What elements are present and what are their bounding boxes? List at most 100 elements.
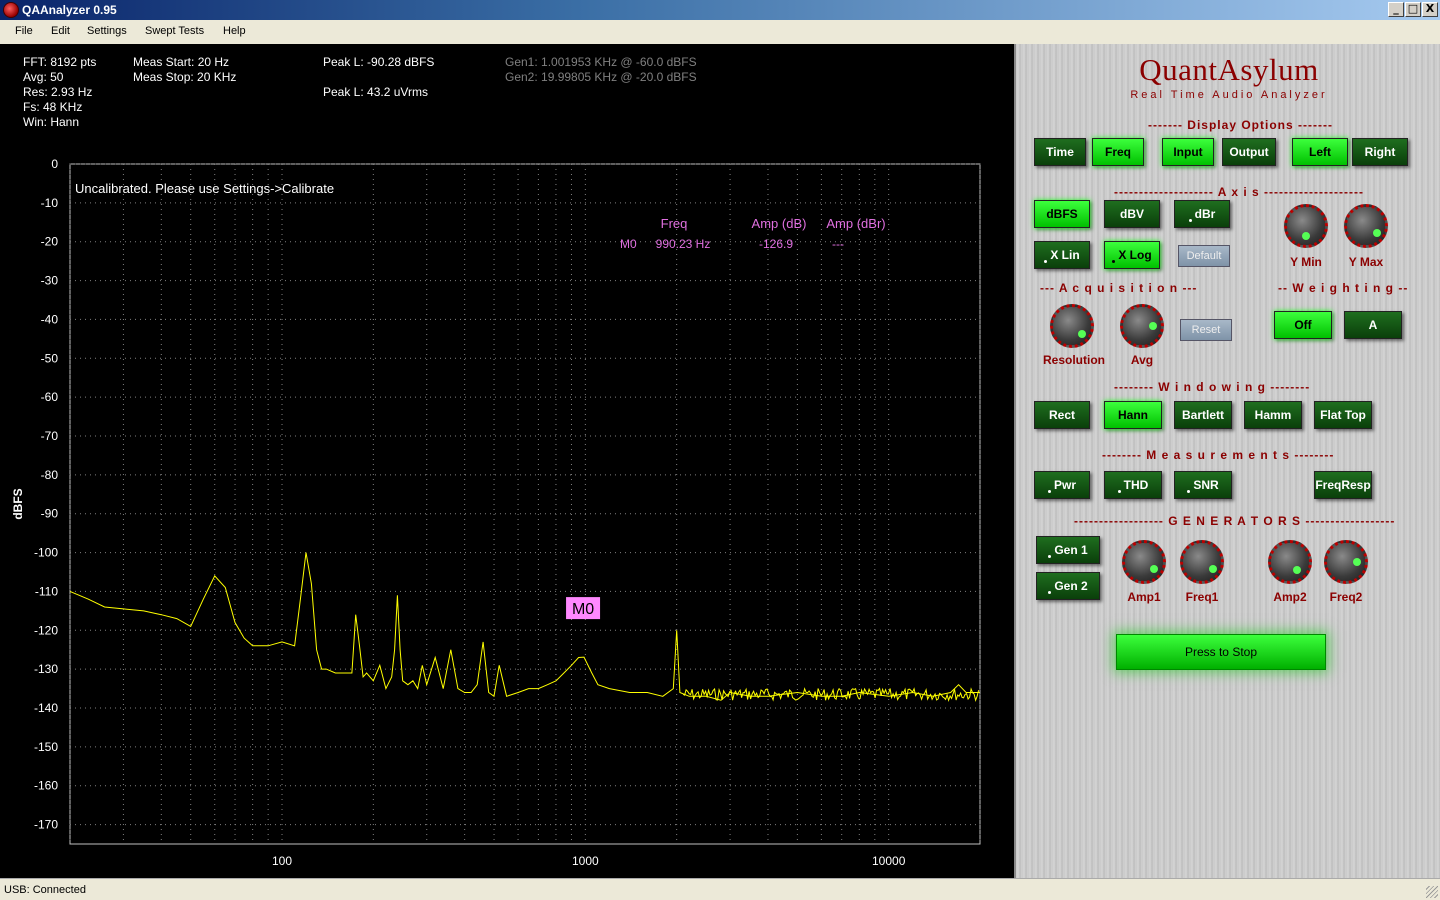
window-title: QAAnalyzer 0.95 (22, 3, 117, 17)
y-tick-label: -80 (41, 468, 59, 482)
radio-dot (1187, 490, 1191, 493)
y-tick-label: -10 (41, 196, 59, 210)
y-tick-label: -40 (41, 312, 59, 326)
spectrum-chart[interactable]: 0 -10 -20 -30 -40 -50 -60 -70 -80 -90 -100 -110 -120… (0, 44, 1014, 878)
y-max-knob[interactable] (1344, 204, 1388, 248)
bartlett-window-button[interactable]: Bartlett (1174, 401, 1232, 429)
y-tick-label: -50 (41, 351, 59, 365)
close-button[interactable]: X (1422, 2, 1438, 17)
y-min-knob[interactable] (1284, 204, 1328, 248)
pwr-button[interactable]: Pwr (1034, 471, 1090, 499)
rect-window-button[interactable]: Rect (1034, 401, 1090, 429)
radio-dot (1047, 490, 1051, 493)
output-button[interactable]: Output (1222, 138, 1276, 166)
hamm-window-button[interactable]: Hamm (1244, 401, 1302, 429)
x-log-button[interactable]: X Log (1104, 241, 1160, 269)
freq1-label: Freq1 (1185, 590, 1219, 604)
flat-top-window-button[interactable]: Flat Top (1314, 401, 1372, 429)
time-button[interactable]: Time (1034, 138, 1086, 166)
knob-indicator (1373, 229, 1381, 237)
knob-indicator (1209, 565, 1217, 573)
snr-button[interactable]: SNR (1174, 471, 1232, 499)
freqresp-button[interactable]: FreqResp (1314, 471, 1372, 499)
weighting-a-button[interactable]: A (1344, 311, 1402, 339)
section-acquisition: --- A c q u i s i t i o n --- (1040, 281, 1198, 295)
menu-swept-tests[interactable]: Swept Tests (145, 25, 204, 37)
y-tick-label: -130 (34, 662, 58, 676)
maximize-button[interactable]: □ (1405, 2, 1421, 17)
snr-label: SNR (1193, 478, 1219, 492)
app-icon (3, 2, 19, 18)
connection-status: USB: Connected (4, 884, 86, 896)
minimize-button[interactable]: _ (1388, 2, 1404, 17)
gen1-button[interactable]: Gen 1 (1036, 536, 1100, 564)
hann-window-button[interactable]: Hann (1104, 401, 1162, 429)
freq2-knob[interactable] (1324, 540, 1368, 584)
y-axis-label: dBFS (11, 488, 25, 519)
marker-header-freq: Freq (661, 216, 688, 231)
y-tick-label: -160 (34, 779, 58, 793)
pwr-label: Pwr (1053, 478, 1076, 492)
amp1-knob[interactable] (1122, 540, 1166, 584)
spectrum-line (69, 552, 980, 701)
x-tick-labels: 100 1000 10000 (272, 854, 906, 868)
right-channel-button[interactable]: Right (1352, 138, 1408, 166)
x-lin-button[interactable]: X Lin (1034, 241, 1090, 269)
freq-button[interactable]: Freq (1092, 138, 1144, 166)
menu-help[interactable]: Help (223, 25, 246, 37)
brand-title: QuantAsylum (1139, 52, 1319, 87)
y-tick-label: -140 (34, 701, 58, 715)
weighting-off-button[interactable]: Off (1274, 311, 1332, 339)
x-tick-label: 10000 (872, 854, 906, 868)
marker-row-amp-dbr: --- (832, 237, 844, 251)
amp2-knob[interactable] (1268, 540, 1312, 584)
knob-indicator (1293, 566, 1301, 574)
dbv-button[interactable]: dBV (1104, 200, 1160, 228)
radio-dot (1048, 591, 1052, 594)
menu-settings[interactable]: Settings (87, 25, 127, 37)
y-tick-label: -120 (34, 623, 58, 637)
knob-indicator (1149, 322, 1157, 330)
resize-grip-icon[interactable] (1426, 886, 1438, 898)
x-log-label: X Log (1118, 248, 1152, 262)
radio-dot (1044, 260, 1048, 263)
radio-dot (1117, 490, 1121, 493)
press-to-stop-button[interactable]: Press to Stop (1116, 634, 1326, 670)
marker-label: M0 (572, 601, 594, 618)
y-tick-label: 0 (51, 157, 58, 171)
marker-header-amp-db: Amp (dB) (752, 216, 807, 231)
brand-subtitle: Real Time Audio Analyzer (1130, 89, 1328, 101)
avg-knob[interactable] (1120, 304, 1164, 348)
y-tick-label: -90 (41, 507, 59, 521)
menu-edit[interactable]: Edit (51, 25, 70, 37)
reset-button[interactable]: Reset (1180, 319, 1232, 341)
y-tick-label: -100 (34, 546, 58, 560)
marker-header-amp-dbr: Amp (dBr) (826, 216, 885, 231)
thd-button[interactable]: THD (1104, 471, 1162, 499)
resolution-knob[interactable] (1050, 304, 1094, 348)
y-tick-label: -60 (41, 390, 59, 404)
section-weighting: -- W e i g h t i n g -- (1278, 281, 1409, 295)
y-tick-label: -20 (41, 235, 59, 249)
marker-row-name: M0 (620, 237, 637, 251)
knob-indicator (1078, 330, 1086, 338)
input-button[interactable]: Input (1162, 138, 1214, 166)
plot-frame (69, 163, 981, 845)
gen2-button[interactable]: Gen 2 (1036, 572, 1100, 600)
freq1-knob[interactable] (1180, 540, 1224, 584)
default-button[interactable]: Default (1178, 245, 1230, 267)
section-generators: ------------------ G E N E R A T O R S -… (1074, 514, 1396, 528)
title-bar: QAAnalyzer 0.95 _ □ X (0, 0, 1440, 20)
marker-m0[interactable]: M0 (566, 597, 601, 620)
status-bar: USB: Connected (0, 878, 1440, 900)
radio-dot (1048, 555, 1052, 558)
y-tick-labels: 0 -10 -20 -30 -40 -50 -60 -70 -80 -90 -100 -110 -120… (34, 157, 58, 832)
marker-row-freq: 990.23 Hz (656, 237, 711, 251)
x-tick-label: 1000 (572, 854, 599, 868)
dbr-button[interactable]: dBr (1174, 200, 1230, 228)
dbfs-button[interactable]: dBFS (1034, 200, 1090, 228)
menu-file[interactable]: File (15, 25, 33, 37)
section-measurements: -------- M e a s u r e m e n t s -------… (1102, 448, 1335, 462)
x-lin-label: X Lin (1050, 248, 1080, 262)
left-channel-button[interactable]: Left (1292, 138, 1348, 166)
